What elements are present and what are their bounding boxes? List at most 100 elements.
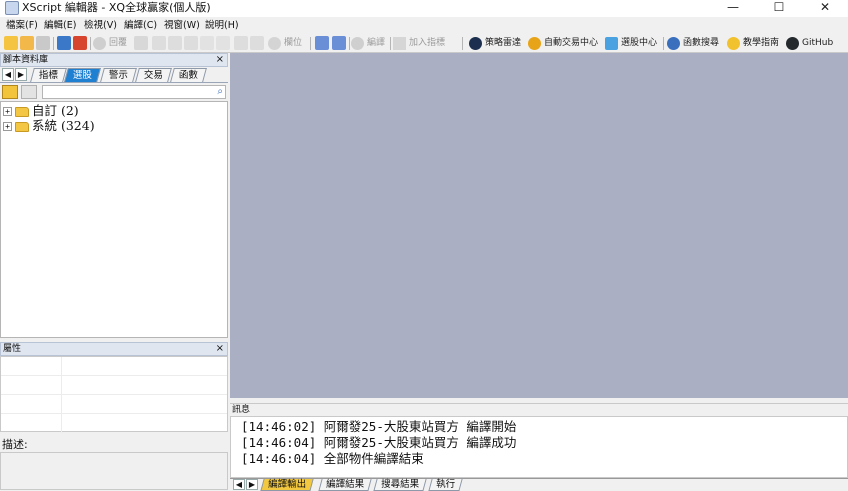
stock-picker-button[interactable]: 選股中心 — [605, 36, 657, 51]
script-library-header: 腳本資料庫 × — [0, 53, 228, 67]
app-icon — [5, 1, 19, 15]
compile-button[interactable]: 編譯 — [351, 36, 385, 51]
toolbar-separator — [390, 37, 391, 50]
paste-icon[interactable] — [184, 36, 198, 50]
menu-help[interactable]: 說明(H) — [201, 17, 243, 34]
editor-area[interactable] — [230, 53, 848, 398]
tab-compile-results[interactable]: 編譯結果 — [318, 479, 372, 491]
help-icon — [727, 37, 740, 50]
undo-icon[interactable] — [200, 36, 214, 50]
minimize-button[interactable]: — — [710, 0, 756, 17]
tab-functions[interactable]: 函數 — [170, 68, 207, 82]
tab-scroll-left-icon[interactable]: ◀ — [233, 479, 245, 490]
menu-edit[interactable]: 編輯(E) — [40, 17, 80, 34]
tree-node-custom[interactable]: + 自訂 (2) — [3, 103, 79, 118]
tab-scroll-left-icon[interactable]: ◀ — [2, 68, 14, 81]
folder-icon — [15, 106, 29, 117]
copy-icon[interactable] — [152, 36, 166, 50]
message-line: [14:46:04] 全部物件編譯結束 — [241, 451, 424, 466]
grid-divider — [1, 413, 227, 414]
library-search-input[interactable]: ⌕ — [42, 85, 226, 99]
tree-node-system[interactable]: + 系統 (324) — [3, 118, 95, 133]
toolbar-separator — [310, 37, 311, 50]
grid-divider — [1, 394, 227, 395]
menu-window[interactable]: 視窗(W) — [160, 17, 204, 34]
properties-grid — [0, 356, 228, 433]
github-icon — [786, 37, 799, 50]
radar-icon — [469, 37, 482, 50]
toolbar-separator — [349, 37, 350, 50]
toolbar-separator — [53, 37, 54, 50]
font-increase-icon[interactable] — [315, 36, 329, 50]
print-icon[interactable] — [134, 36, 148, 50]
script-library-title: 腳本資料庫 — [3, 55, 49, 65]
compile-icon — [351, 37, 364, 50]
library-tab-row: ◀ ▶ 指標 選股 警示 交易 函數 — [0, 67, 228, 83]
toolbar-separator — [462, 37, 463, 50]
import-icon[interactable] — [57, 36, 71, 50]
properties-title: 屬性 — [3, 344, 22, 354]
menu-compile[interactable]: 編譯(C) — [120, 17, 161, 34]
tab-scroll-right-icon[interactable]: ▶ — [246, 479, 258, 490]
search-icon — [667, 37, 680, 50]
tab-trading[interactable]: 交易 — [135, 68, 172, 82]
expand-icon[interactable]: + — [3, 107, 12, 116]
tab-scroll-right-icon[interactable]: ▶ — [15, 68, 27, 81]
toolbar-separator — [90, 37, 91, 50]
replace-icon[interactable] — [250, 36, 264, 50]
close-panel-button[interactable]: × — [216, 54, 224, 66]
message-line: [14:46:04] 阿爾發25-大股東站買方 編譯成功 — [241, 435, 517, 450]
menu-bar: 檔案(F) 編輯(E) 檢視(V) 編譯(C) 視窗(W) 說明(H) — [0, 17, 848, 34]
cut-icon[interactable] — [168, 36, 182, 50]
title-bar: XScript 編輯器 - XQ全球贏家(個人版) — ☐ ✕ — [0, 0, 848, 17]
auto-trade-button[interactable]: 自動交易中心 — [528, 36, 598, 51]
tab-indicators[interactable]: 指標 — [30, 68, 67, 82]
grid-divider — [61, 357, 62, 433]
toolbar: 回覆 欄位 編譯 加入指標 策略雷達 自動交易中心 選股中心 函數搜尋 教學指南… — [0, 34, 848, 53]
export-icon[interactable] — [73, 36, 87, 50]
tab-run[interactable]: 執行 — [428, 479, 463, 491]
function-search-button[interactable]: 函數搜尋 — [667, 36, 719, 51]
message-line: [14:46:02] 阿爾發25-大股東站買方 編譯開始 — [241, 419, 517, 434]
properties-header: 屬性 × — [0, 342, 228, 356]
tutorial-button[interactable]: 教學指南 — [727, 36, 779, 51]
maximize-button[interactable]: ☐ — [756, 0, 802, 17]
close-button[interactable]: ✕ — [802, 0, 848, 17]
github-button[interactable]: GitHub — [786, 36, 833, 51]
tab-search-results[interactable]: 搜尋結果 — [373, 479, 427, 491]
strategy-radar-button[interactable]: 策略雷達 — [469, 36, 521, 51]
tab-stock-selection[interactable]: 選股 — [64, 68, 101, 82]
tab-compile-output[interactable]: 編譯輸出 — [260, 479, 314, 491]
find-icon[interactable] — [234, 36, 248, 50]
new-file-icon[interactable] — [4, 36, 18, 50]
grid-divider — [1, 375, 227, 376]
revert-button[interactable]: 回覆 — [93, 36, 127, 51]
messages-output: [14:46:02] 阿爾發25-大股東站買方 編譯開始 [14:46:04] … — [230, 416, 848, 478]
position-icon — [268, 37, 281, 50]
close-properties-button[interactable]: × — [216, 343, 224, 355]
library-subtoolbar: ⌕ — [0, 83, 228, 101]
expand-icon[interactable]: + — [3, 122, 12, 131]
save-icon[interactable] — [36, 36, 50, 50]
script-tree: + 自訂 (2) + 系統 (324) — [0, 101, 228, 338]
search-icon[interactable]: ⌕ — [217, 86, 223, 97]
add-indicator-button[interactable]: 加入指標 — [393, 36, 445, 51]
new-script-icon[interactable] — [2, 85, 18, 99]
description-label: 描述: — [2, 438, 28, 451]
description-box — [0, 452, 228, 490]
redo-icon[interactable] — [216, 36, 230, 50]
toolbar-separator — [663, 37, 664, 50]
messages-tab-row: ◀ ▶ 編譯輸出 編譯結果 搜尋結果 執行 — [230, 478, 848, 491]
plus-icon — [393, 37, 406, 50]
open-folder-icon[interactable] — [20, 36, 34, 50]
menu-view[interactable]: 檢視(V) — [80, 17, 121, 34]
tab-alerts[interactable]: 警示 — [100, 68, 137, 82]
position-button[interactable]: 欄位 — [268, 36, 302, 51]
menu-file[interactable]: 檔案(F) — [2, 17, 42, 34]
folder-icon — [15, 121, 29, 132]
list-view-icon[interactable] — [21, 85, 37, 99]
window-title: XScript 編輯器 - XQ全球贏家(個人版) — [22, 1, 211, 14]
undo-icon — [93, 37, 106, 50]
font-decrease-icon[interactable] — [332, 36, 346, 50]
stock-picker-icon — [605, 37, 618, 50]
